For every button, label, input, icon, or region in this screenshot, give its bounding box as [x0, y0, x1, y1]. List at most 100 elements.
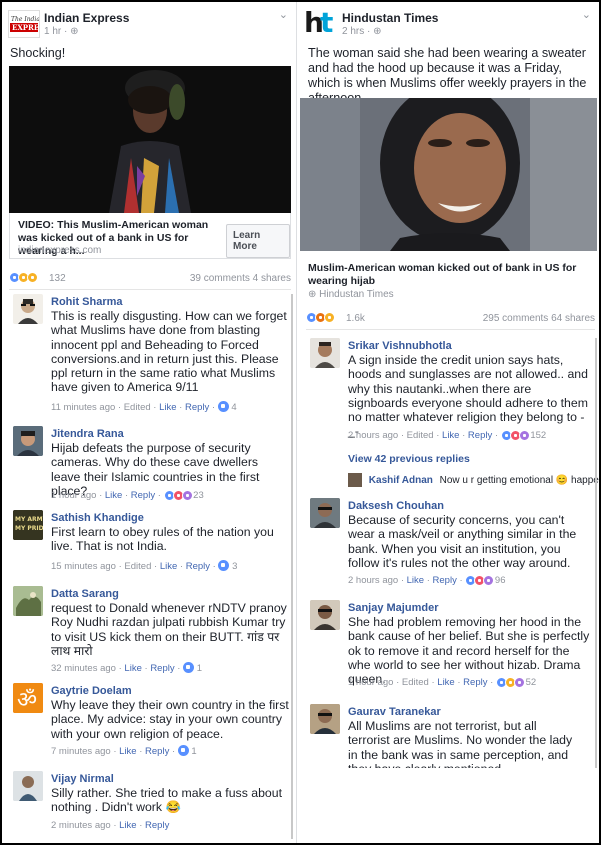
comments-shares[interactable]: 39 comments 4 shares: [190, 273, 291, 284]
link-preview[interactable]: VIDEO: This Muslim-American woman was ki…: [9, 213, 291, 259]
avatar[interactable]: [310, 338, 340, 368]
comment-text: First learn to obey rules of the nation …: [51, 525, 274, 554]
video-thumbnail[interactable]: [300, 98, 597, 251]
like-link[interactable]: Like: [119, 820, 136, 831]
avatar[interactable]: ॐ: [13, 683, 43, 713]
hindustan-times-logo[interactable]: h t: [304, 6, 338, 39]
reply-link[interactable]: Reply: [463, 677, 487, 688]
link-source[interactable]: ⊕ Hindustan Times: [308, 289, 394, 300]
avatar[interactable]: [310, 704, 340, 734]
avatar[interactable]: [13, 586, 43, 616]
care-reaction-icon: [483, 575, 495, 586]
screenshot-frame: The Indian EXPRESS Indian Express 1 hr ·…: [2, 2, 599, 843]
page-name[interactable]: Indian Express: [44, 11, 129, 25]
reaction-icons[interactable]: [9, 272, 38, 283]
like-link[interactable]: Like: [105, 490, 122, 501]
reply-link[interactable]: Reply: [150, 663, 174, 674]
indian-express-post: The Indian EXPRESS Indian Express 1 hr ·…: [2, 2, 296, 843]
like-link[interactable]: Like: [124, 663, 141, 674]
comment-author[interactable]: Gaurav Taranekar: [348, 706, 441, 718]
post-text: Shocking!: [10, 46, 66, 60]
column-divider: [296, 2, 298, 843]
indian-express-logo[interactable]: The Indian EXPRESS: [8, 10, 49, 38]
comment-meta: 1 hour ago · Like · Reply · 23: [51, 490, 204, 502]
globe-icon: ⊕: [308, 289, 317, 300]
avatar: [348, 473, 362, 487]
comment-meta: 15 minutes ago · Edited · Like · Reply ·…: [51, 560, 238, 572]
comment-text: Silly rather. She tried to make a fuss a…: [51, 786, 283, 815]
like-link[interactable]: Like: [437, 677, 454, 688]
reaction-count[interactable]: 1.6k: [346, 313, 365, 324]
comment-author[interactable]: Rohit Sharma: [51, 296, 123, 308]
globe-icon: ⊕: [70, 26, 79, 37]
comment-meta: 2 hours ago · Like · Reply · 96: [348, 575, 506, 587]
post-time: 1 hr · ⊕: [44, 26, 79, 37]
page-name[interactable]: Hindustan Times: [342, 11, 438, 25]
svg-text:t: t: [320, 7, 333, 37]
post-header: h t Hindustan Times 2 hrs · ⊕ ⌄: [300, 2, 599, 42]
chevron-down-icon[interactable]: ⌄: [279, 8, 288, 21]
reply-text: Now u r getting emotional 😊 happe...: [439, 474, 599, 486]
reaction-count[interactable]: 132: [49, 273, 66, 284]
reply-link[interactable]: Reply: [186, 561, 210, 572]
comment-text: Why leave they their own country in the …: [51, 698, 289, 741]
learn-more-button[interactable]: Learn More: [226, 224, 290, 258]
sad-reaction-icon: [324, 312, 335, 323]
comment-author[interactable]: Datta Sarang: [51, 588, 119, 600]
avatar[interactable]: [310, 498, 340, 528]
like-link[interactable]: Like: [407, 575, 424, 586]
svg-text:The Indian: The Indian: [11, 16, 39, 23]
like-link[interactable]: Like: [160, 561, 177, 572]
reply-link[interactable]: Reply: [131, 490, 155, 501]
reply-author[interactable]: Kashif Adnan: [369, 475, 433, 486]
link-title[interactable]: Muslim-American woman kicked out of bank…: [308, 262, 588, 288]
reply-link[interactable]: Reply: [468, 430, 492, 441]
care-reaction-icon: [181, 490, 193, 501]
like-link[interactable]: Like: [442, 430, 459, 441]
post-text: The woman said she had been wearing a sw…: [308, 46, 587, 105]
comment-meta: 2 minutes ago · Like · Reply: [51, 820, 170, 831]
video-thumbnail[interactable]: [9, 66, 291, 213]
avatar[interactable]: MY ARMY MY PRIDE: [13, 510, 43, 540]
comment-author[interactable]: Jitendra Rana: [51, 428, 124, 440]
reaction-icons[interactable]: [306, 312, 335, 323]
comment-author[interactable]: Vijay Nirmal: [51, 773, 114, 785]
scrollbar[interactable]: [595, 338, 597, 768]
reply-link[interactable]: Reply: [185, 402, 209, 413]
globe-icon: ⊕: [373, 26, 382, 37]
comment-author[interactable]: Sathish Khandige: [51, 512, 144, 524]
comment-author[interactable]: Sanjay Majumder: [348, 602, 438, 614]
link-source: indianexpress.com: [18, 245, 102, 256]
reply-link[interactable]: Reply: [433, 575, 457, 586]
like-link[interactable]: Like: [119, 746, 136, 757]
avatar[interactable]: [13, 771, 43, 801]
comment-author[interactable]: Srikar Vishnubhotla: [348, 340, 452, 352]
care-reaction-icon: [513, 677, 525, 688]
scrollbar[interactable]: [291, 294, 293, 839]
post-time: 2 hrs · ⊕: [342, 26, 382, 37]
comment-author[interactable]: Daksesh Chouhan: [348, 500, 444, 512]
comment: Gaurav Taranekar All Muslims are not ter…: [300, 704, 599, 768]
like-reaction-icon: [217, 401, 229, 412]
comment-meta: 7 minutes ago · Like · Reply · 1: [51, 745, 197, 757]
care-reaction-icon: [518, 430, 530, 441]
chevron-down-icon[interactable]: ⌄: [582, 8, 591, 21]
like-reaction-icon: [218, 560, 230, 571]
view-previous-replies[interactable]: View 42 previous replies: [348, 453, 470, 465]
reply-link[interactable]: Reply: [145, 820, 169, 831]
reply-link[interactable]: Reply: [145, 746, 169, 757]
svg-text:EXPRESS: EXPRESS: [12, 23, 39, 32]
comment-text: All Muslims are not terrorist, but all t…: [348, 719, 573, 768]
svg-text:ॐ: ॐ: [17, 688, 37, 713]
avatar[interactable]: [13, 294, 43, 324]
like-link[interactable]: Like: [159, 402, 176, 413]
avatar[interactable]: [13, 426, 43, 456]
post-header: The Indian EXPRESS Indian Express 1 hr ·…: [2, 2, 296, 42]
avatar[interactable]: [310, 600, 340, 630]
reply-preview[interactable]: Kashif Adnan Now u r getting emotional 😊…: [348, 473, 599, 489]
comment-author[interactable]: Gaytrie Doelam: [51, 685, 132, 697]
comment-text: This is really disgusting. How can we fo…: [51, 309, 287, 395]
like-reaction-icon: [183, 662, 195, 673]
comments-shares[interactable]: 295 comments 64 shares: [483, 313, 595, 324]
svg-text:MY ARMY: MY ARMY: [15, 516, 43, 523]
